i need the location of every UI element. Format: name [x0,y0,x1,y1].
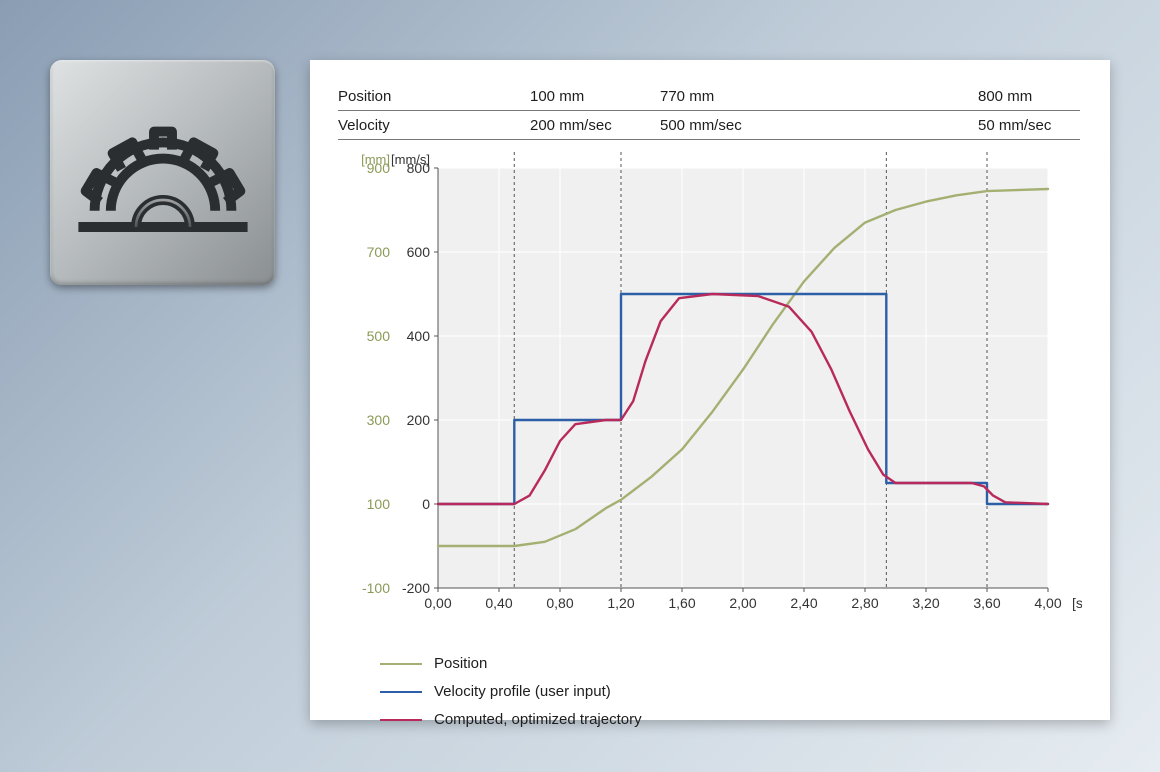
svg-text:0,00: 0,00 [424,595,451,611]
svg-text:2,80: 2,80 [851,595,878,611]
svg-text:500: 500 [367,328,391,344]
svg-text:[mm]: [mm] [361,152,390,167]
svg-text:-200: -200 [402,580,430,596]
chart-panel: Position 100 mm 770 mm 800 mm Velocity 2… [310,60,1110,720]
cell: 500 mm/sec [660,117,742,134]
svg-text:1,60: 1,60 [668,595,695,611]
svg-text:600: 600 [407,244,431,260]
legend-item: Computed, optimized trajectory [380,706,642,734]
gear-tile [50,60,275,285]
cell: 770 mm [660,88,714,105]
svg-text:300: 300 [367,412,391,428]
svg-text:100: 100 [367,496,391,512]
svg-text:0: 0 [422,496,430,512]
legend-label: Computed, optimized trajectory [434,706,642,734]
row-label: Position [338,88,450,105]
svg-text:200: 200 [407,412,431,428]
legend-swatch [380,719,422,721]
legend: Position Velocity profile (user input) C… [380,650,642,734]
svg-text:700: 700 [367,244,391,260]
svg-text:0,80: 0,80 [546,595,573,611]
cell: 50 mm/sec [978,117,1051,134]
chart-svg: -2000200400600800-100100300500700900[mm]… [338,152,1082,632]
svg-text:2,40: 2,40 [790,595,817,611]
gear-icon [73,83,253,263]
svg-text:3,60: 3,60 [973,595,1000,611]
data-table: Position 100 mm 770 mm 800 mm Velocity 2… [338,82,1080,140]
legend-label: Position [434,650,487,678]
svg-text:2,00: 2,00 [729,595,756,611]
svg-text:[mm/s]: [mm/s] [391,152,430,167]
chart-area: -2000200400600800-100100300500700900[mm]… [338,152,1082,632]
svg-text:[s]: [s] [1072,595,1082,611]
legend-item: Velocity profile (user input) [380,678,642,706]
row-label: Velocity [338,117,450,134]
svg-text:4,00: 4,00 [1034,595,1061,611]
legend-label: Velocity profile (user input) [434,678,611,706]
cell: 100 mm [530,88,584,105]
legend-item: Position [380,650,642,678]
legend-swatch [380,691,422,693]
svg-text:3,20: 3,20 [912,595,939,611]
svg-text:-100: -100 [362,580,390,596]
legend-swatch [380,663,422,665]
table-row: Velocity 200 mm/sec 500 mm/sec 50 mm/sec [338,111,1080,140]
svg-text:0,40: 0,40 [485,595,512,611]
cell: 200 mm/sec [530,117,612,134]
svg-text:400: 400 [407,328,431,344]
svg-text:1,20: 1,20 [607,595,634,611]
cell: 800 mm [978,88,1032,105]
table-row: Position 100 mm 770 mm 800 mm [338,82,1080,111]
